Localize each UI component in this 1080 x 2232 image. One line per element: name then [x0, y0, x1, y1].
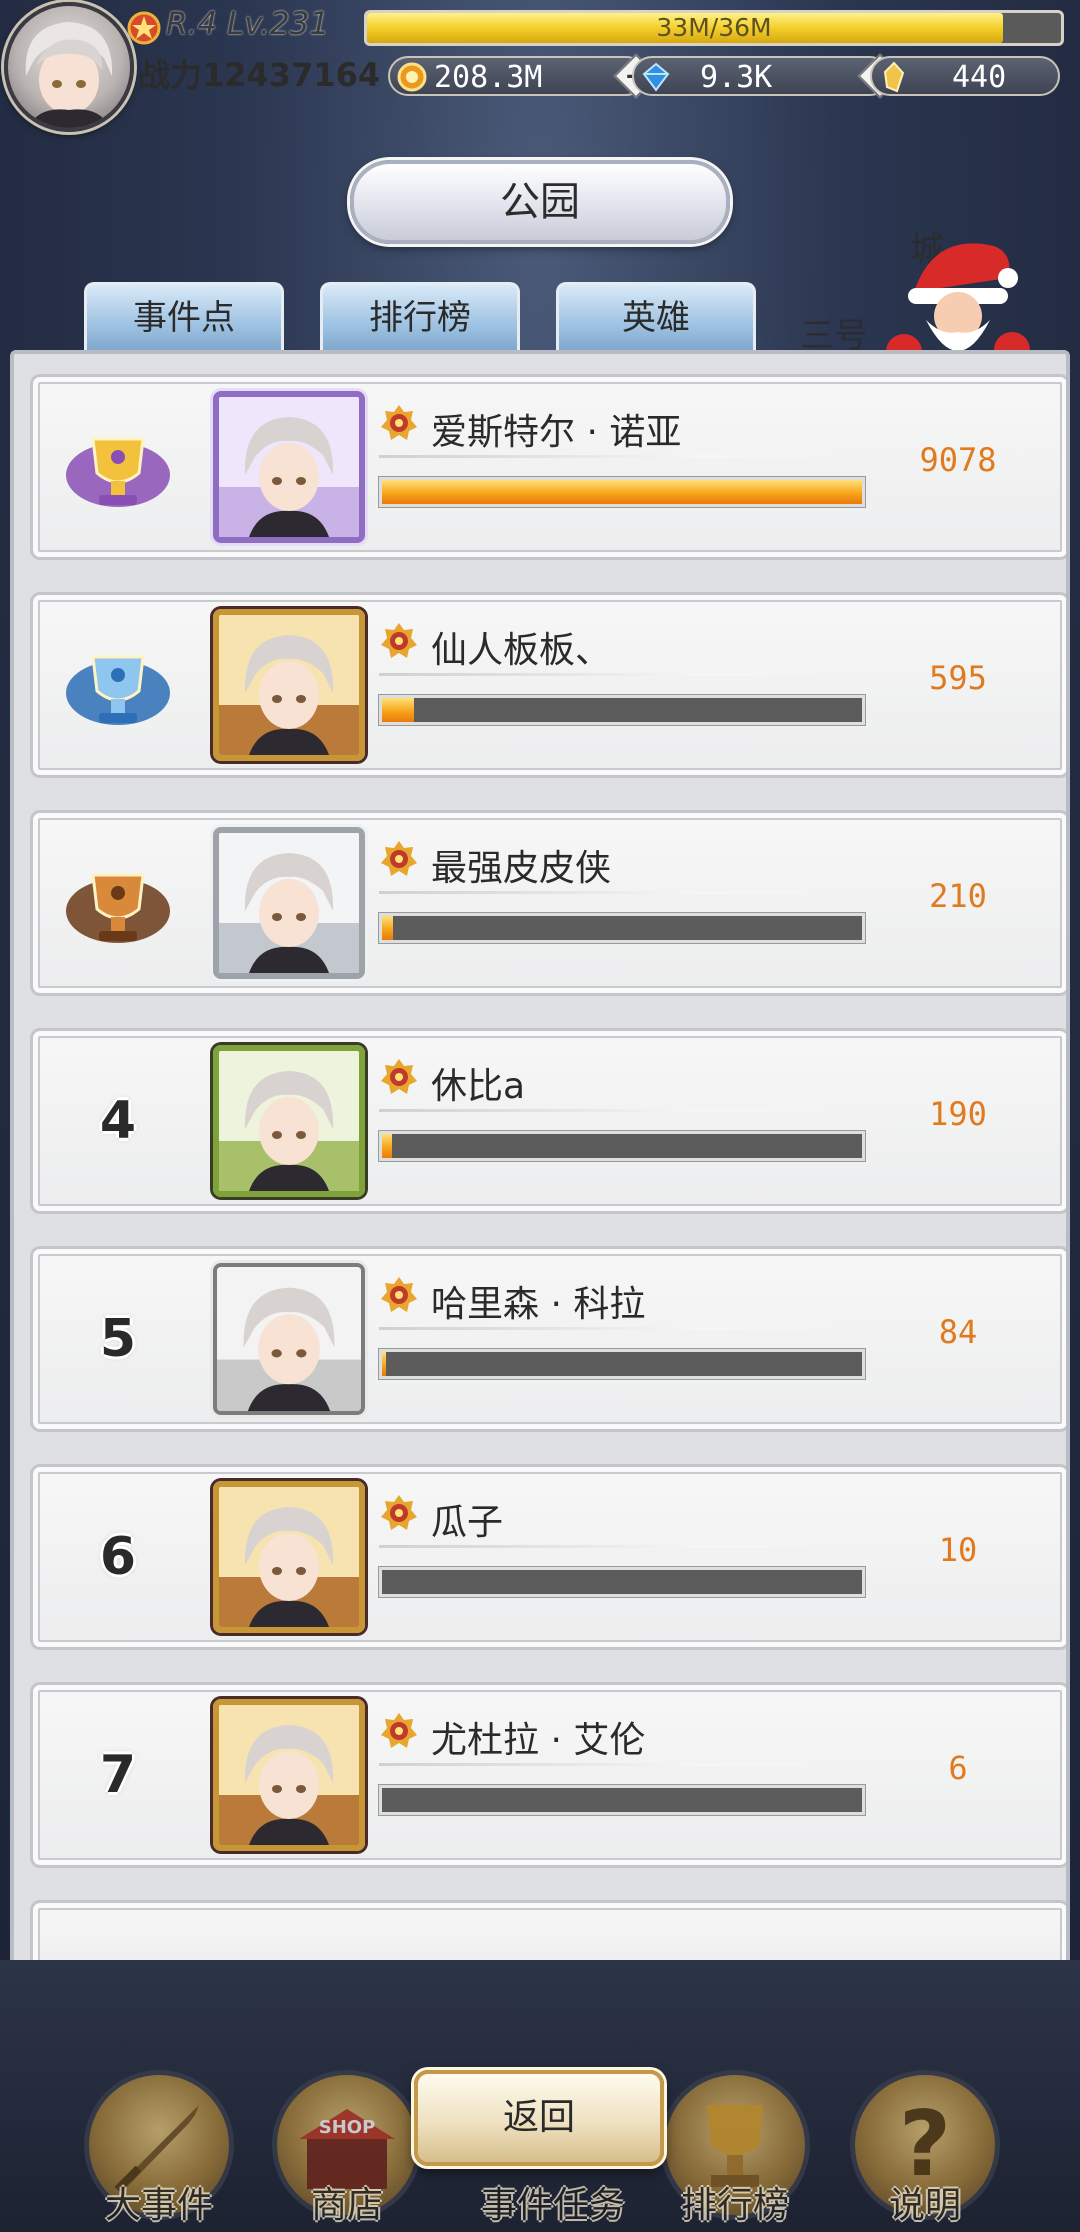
xp-text: 33M/36M: [656, 13, 772, 42]
hero-portrait[interactable]: [213, 827, 365, 979]
player-name: 仙人板板、: [431, 630, 612, 671]
ranking-row[interactable]: 爱斯特尔 · 诺亚 9078: [30, 374, 1066, 560]
tab-event-points[interactable]: 事件点: [84, 282, 284, 352]
crystal-value: 440: [952, 60, 1007, 95]
score-progress-bar: [379, 1785, 865, 1815]
player-name: 休比a: [431, 1066, 526, 1107]
top-hud: R.4 Lv.231 战力12437164 33M/36M 208.3M + 9…: [0, 0, 1080, 132]
name-divider: [379, 673, 839, 676]
player-score: 190: [929, 1095, 987, 1133]
hero-avatar-icon: [219, 1487, 359, 1627]
score-progress-fill: [382, 916, 394, 940]
hero-avatar-icon: [219, 615, 359, 755]
rank-emblem-icon: [381, 1713, 417, 1748]
xp-bar: 33M/36M: [364, 10, 1064, 46]
player-score: 9078: [919, 441, 997, 479]
rank-emblem-icon: [381, 1059, 417, 1094]
score-progress-bar: [379, 1567, 865, 1597]
player-name: 哈里森 · 科拉: [431, 1284, 646, 1325]
player-level: R.4 Lv.231: [166, 6, 330, 42]
trophy-icon: [66, 437, 170, 507]
hero-portrait[interactable]: [213, 391, 365, 543]
score-progress-bar: [379, 913, 865, 943]
crystal-icon: [883, 61, 905, 93]
leaderboard-label: 排行榜: [680, 2185, 789, 2226]
player-score: 84: [938, 1313, 978, 1351]
ranking-panel[interactable]: 爱斯特尔 · 诺亚 9078 仙人板板、 595 最强皮皮侠 210 4 休比a…: [10, 350, 1070, 1984]
hero-avatar-icon: [219, 1051, 359, 1191]
rank-number: 6: [99, 1527, 137, 1587]
score-progress-fill: [382, 1134, 393, 1158]
major-event-label: 大事件: [104, 2185, 213, 2226]
hero-avatar-icon: [217, 1267, 361, 1411]
hero-portrait[interactable]: [213, 1481, 365, 1633]
ranking-row[interactable]: 7 尤杜拉 · 艾伦 6: [30, 1682, 1066, 1868]
shop-label: 商店: [310, 2185, 383, 2226]
hero-portrait[interactable]: [213, 1699, 365, 1851]
return-button[interactable]: 返回: [414, 2070, 664, 2166]
score-progress-fill: [382, 698, 414, 722]
tab-leaderboard[interactable]: 排行榜: [320, 282, 520, 352]
ranking-row[interactable]: 最强皮皮侠 210: [30, 810, 1066, 996]
event-task-label[interactable]: 事件任务: [448, 2176, 658, 2228]
name-divider: [379, 1109, 839, 1112]
player-name: 爱斯特尔 · 诺亚: [431, 412, 682, 453]
player-name: 瓜子: [431, 1502, 504, 1543]
score-progress-fill: [382, 1352, 387, 1376]
gold-value: 208.3M: [434, 60, 543, 95]
shop-sign: SHOP: [319, 2117, 376, 2138]
avatar-portrait-icon: [25, 22, 113, 128]
player-score: 210: [929, 877, 987, 915]
ranking-row[interactable]: 仙人板板、 595: [30, 592, 1066, 778]
rank-emblem-icon: [381, 841, 417, 876]
name-divider: [379, 891, 839, 894]
rank-emblem-icon: [381, 405, 417, 440]
name-divider: [379, 455, 839, 458]
hero-avatar-icon: [219, 1705, 359, 1845]
rank-number: 5: [99, 1309, 137, 1369]
player-score: 6: [948, 1749, 968, 1787]
ranking-row[interactable]: 6 瓜子 10: [30, 1464, 1066, 1650]
player-name: 最强皮皮侠: [431, 848, 612, 889]
player-score: 10: [938, 1531, 978, 1569]
score-progress-bar: [379, 477, 865, 507]
player-score: 595: [929, 659, 987, 697]
rank-number: 4: [99, 1091, 137, 1151]
diamond-icon: [642, 62, 670, 92]
crystal-resource: 440: [870, 56, 1060, 96]
ranking-row[interactable]: 4 休比a 190: [30, 1028, 1066, 1214]
rank-number: 7: [99, 1745, 137, 1805]
name-divider: [379, 1545, 839, 1548]
diamond-value: 9.3K: [700, 60, 773, 95]
rank-emblem-icon: [381, 1495, 417, 1530]
player-name: 尤杜拉 · 艾伦: [431, 1720, 646, 1761]
tab-heroes[interactable]: 英雄: [556, 282, 756, 352]
ranking-row[interactable]: 5 哈里森 · 科拉 84: [30, 1246, 1066, 1432]
hero-avatar-icon: [219, 397, 359, 537]
name-divider: [379, 1763, 839, 1766]
rank-emblem-icon: [381, 1277, 417, 1312]
gold-resource: 208.3M +: [388, 53, 659, 99]
score-progress-bar: [379, 1131, 865, 1161]
gold-coin-icon: [397, 62, 427, 92]
score-progress-bar: [379, 1349, 865, 1379]
trophy-icon: [66, 655, 170, 725]
score-progress-bar: [379, 695, 865, 725]
name-divider: [379, 1327, 839, 1330]
player-avatar[interactable]: [4, 2, 134, 132]
hero-portrait[interactable]: [213, 609, 365, 761]
help-label: 说明: [888, 2185, 961, 2226]
hero-avatar-icon: [219, 833, 359, 973]
combat-power: 战力12437164: [138, 56, 381, 94]
hero-portrait[interactable]: [213, 1045, 365, 1197]
score-progress-fill: [382, 480, 862, 504]
page-title: 公园: [350, 160, 730, 244]
trophy-icon: [66, 873, 170, 943]
rank-emblem-icon: [127, 11, 161, 45]
rank-emblem-icon: [381, 623, 417, 658]
diamond-resource: 9.3K +: [632, 53, 903, 99]
hero-portrait[interactable]: [213, 1263, 365, 1415]
